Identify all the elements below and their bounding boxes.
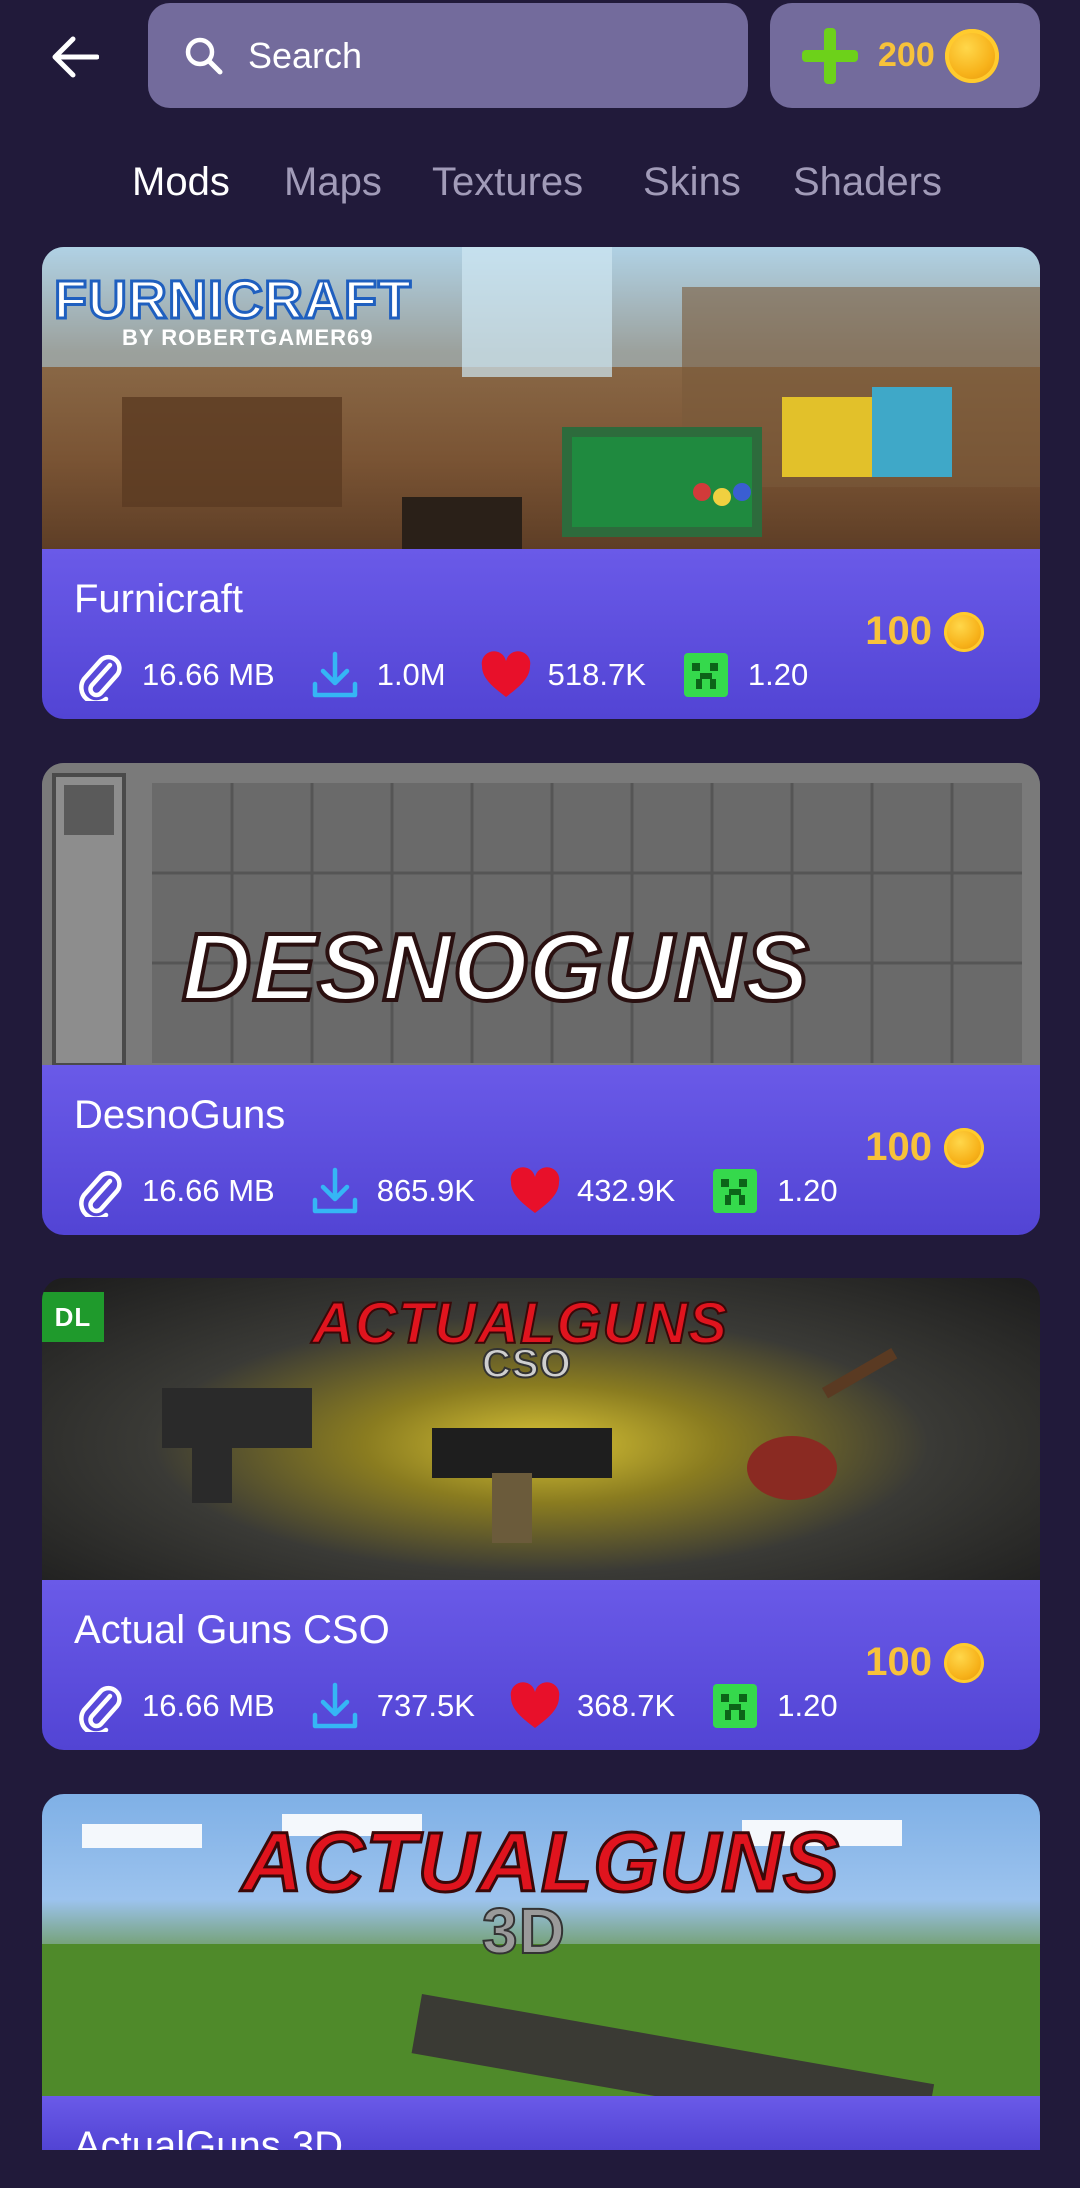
version-value: 1.20 [777,1688,838,1723]
price-value: 100 [865,1640,932,1684]
download-icon [309,1680,361,1732]
download-icon [309,1165,361,1217]
version-stat: 1.20 [709,1165,838,1217]
search-placeholder: Search [248,34,363,76]
mod-info: DesnoGuns 16.66 MB 865.9K 432.9K 1.20 10… [42,1065,1040,1235]
thumbnail-subtitle: BY ROBERTGAMER69 [122,325,374,350]
download-icon [309,649,361,701]
arrow-left-icon [52,36,99,78]
mod-thumbnail: DESNOGUNS [42,763,1040,1065]
size-stat: 16.66 MB [74,1165,275,1217]
downloads-stat: 1.0M [309,649,446,701]
mod-thumbnail: ACTUALGUNS CSO DL [42,1278,1040,1580]
search-icon [184,34,228,78]
mod-title: DesnoGuns [74,1093,286,1137]
coin-balance: 200 [878,36,935,74]
app-root: Search 200 Mods Maps Textures Skins Shad… [0,0,1080,2188]
tab-mods[interactable]: Mods [132,160,230,205]
mod-card[interactable]: ACTUALGUNS CSO DL Actual Guns CSO 16.66 … [42,1278,1040,1750]
tab-shaders[interactable]: Shaders [793,160,942,205]
downloads-value: 737.5K [376,1688,475,1723]
mod-stats: 16.66 MB 737.5K 368.7K 1.20 [74,1678,872,1734]
mod-title: Actual Guns CSO [74,1608,390,1652]
thumbnail-subtitle: CSO [481,1341,572,1387]
size-value: 16.66 MB [142,1173,275,1208]
search-input[interactable]: Search [148,3,748,108]
tab-skins[interactable]: Skins [643,160,741,205]
downloads-value: 1.0M [376,657,446,692]
coin-icon [944,1642,984,1683]
paperclip-icon [74,1680,126,1732]
version-stat: 1.20 [709,1680,838,1732]
mod-thumbnail: FURNICRAFT BY ROBERTGAMER69 [42,247,1040,549]
plus-icon [802,27,858,84]
size-stat: 16.66 MB [74,649,275,701]
coin-icon [944,28,999,83]
size-value: 16.66 MB [142,1688,275,1723]
downloads-value: 865.9K [376,1173,475,1208]
mod-title: ActualGuns 3D [74,2124,344,2150]
mod-stats: 16.66 MB 865.9K 432.9K 1.20 [74,1163,872,1219]
likes-stat: 518.7K [480,649,646,701]
likes-stat: 432.9K [509,1165,675,1217]
mod-card[interactable]: FURNICRAFT BY ROBERTGAMER69 Furnicraft 1… [42,247,1040,719]
thumbnail-badge: DL [42,1292,104,1342]
heart-icon [509,1165,561,1217]
thumbnail-title: DESNOGUNS [180,912,811,1023]
price: 100 [865,1640,984,1685]
likes-stat: 368.7K [509,1680,675,1732]
thumbnail-subtitle: 3D [481,1894,566,1968]
mod-info: ActualGuns 3D [42,2096,1040,2150]
category-tabs: Mods Maps Textures Skins Shaders [0,150,1080,220]
coin-icon [944,611,984,652]
back-button[interactable] [40,22,110,92]
mod-title: Furnicraft [74,577,243,621]
version-value: 1.20 [747,657,809,692]
price: 100 [865,609,984,654]
mod-info: Actual Guns CSO 16.66 MB 737.5K 368.7K 1… [42,1580,1040,1750]
version-stat: 1.20 [680,649,808,701]
minecraft-icon [709,1680,761,1732]
size-stat: 16.66 MB [74,1680,275,1732]
mod-card[interactable]: DESNOGUNS DesnoGuns 16.66 MB 865.9K 432.… [42,763,1040,1235]
price-value: 100 [865,609,932,653]
paperclip-icon [74,1165,126,1217]
likes-value: 518.7K [547,657,646,692]
tab-textures[interactable]: Textures [432,160,583,205]
heart-icon [480,649,532,701]
downloads-stat: 865.9K [309,1165,475,1217]
mod-card[interactable]: ACTUALGUNS 3D ActualGuns 3D [42,1794,1040,2150]
coins-button[interactable]: 200 [770,3,1040,108]
paperclip-icon [74,649,126,701]
size-value: 16.66 MB [142,657,275,692]
minecraft-icon [709,1165,761,1217]
version-value: 1.20 [777,1173,838,1208]
downloads-stat: 737.5K [309,1680,475,1732]
tab-maps[interactable]: Maps [284,160,382,205]
price: 100 [865,1125,984,1170]
mod-stats: 16.66 MB 1.0M 518.7K 1.20 [74,647,842,703]
likes-value: 432.9K [576,1173,676,1208]
likes-value: 368.7K [576,1688,676,1723]
thumbnail-title: FURNICRAFT [53,269,413,332]
coin-icon [944,1127,984,1168]
mod-thumbnail: ACTUALGUNS 3D [42,1794,1040,2096]
minecraft-icon [680,649,732,701]
heart-icon [509,1680,561,1732]
mod-info: Furnicraft 16.66 MB 1.0M 518.7K 1.20 100 [42,549,1040,719]
price-value: 100 [865,1125,932,1169]
